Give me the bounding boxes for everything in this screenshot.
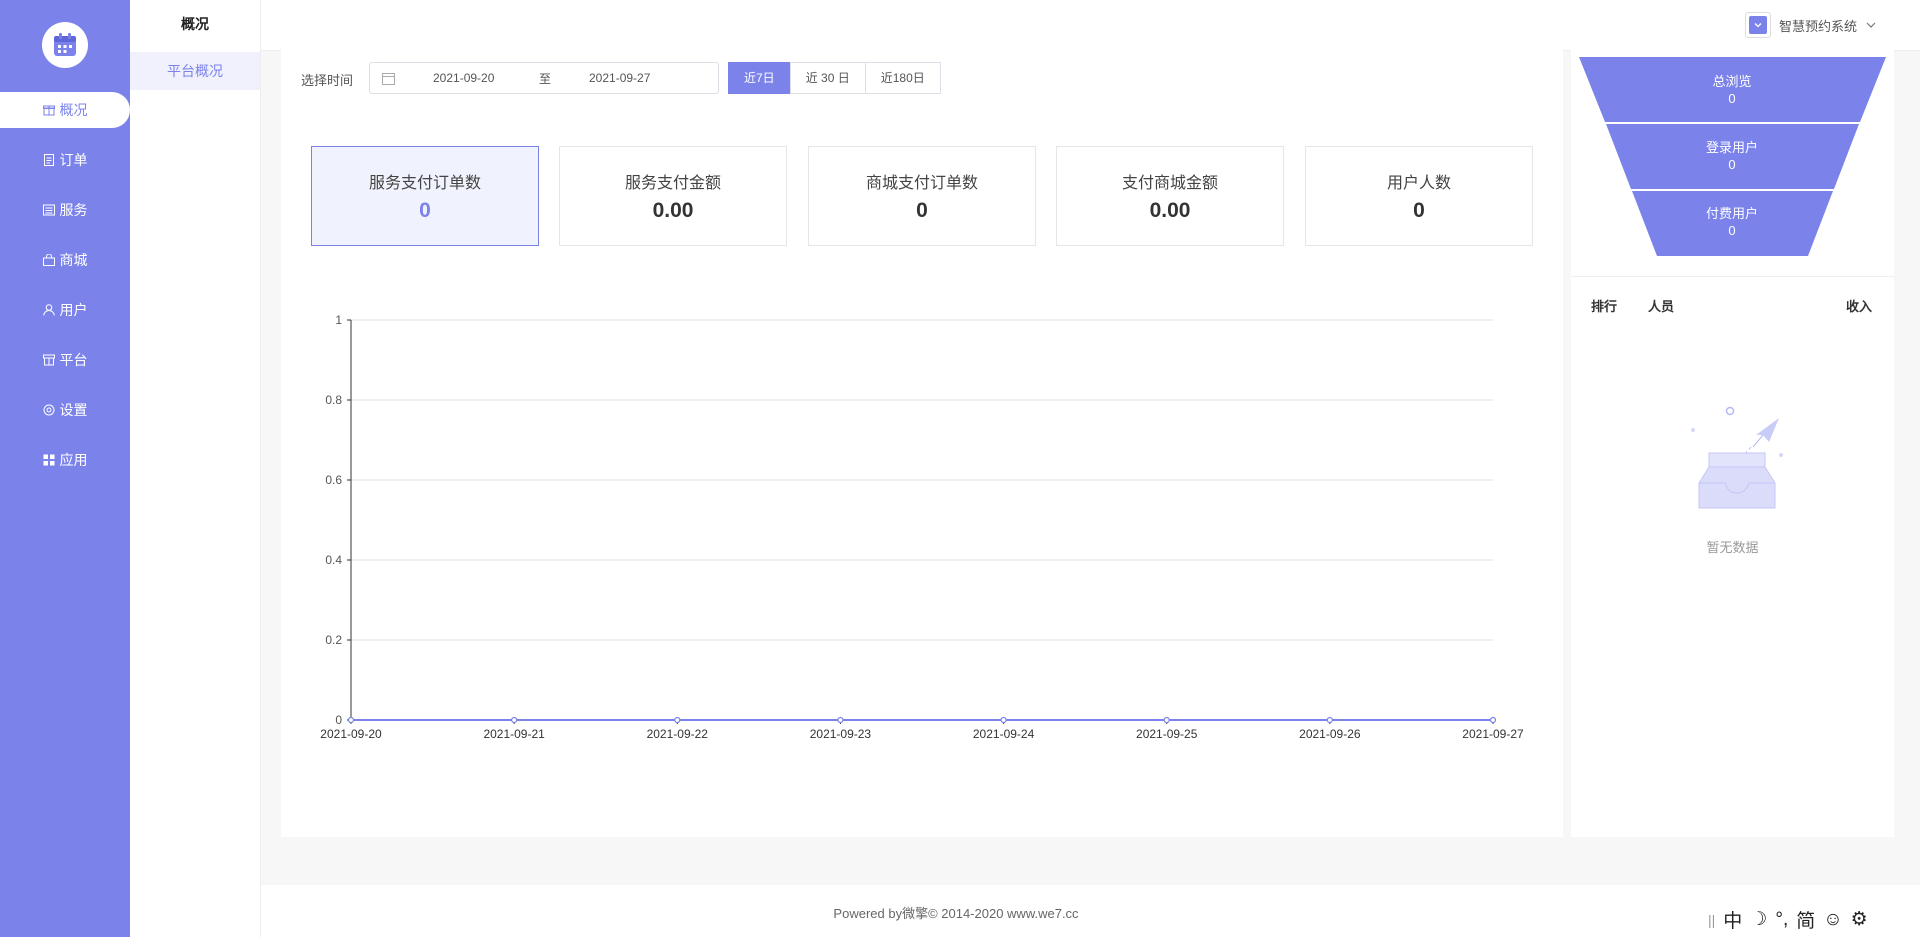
- x-tick-label: 2021-09-24: [973, 727, 1035, 741]
- gift-icon: [42, 105, 55, 116]
- x-tick-label: 2021-09-22: [647, 727, 709, 741]
- app-logo[interactable]: [42, 22, 88, 68]
- footer-text: Powered by微擎© 2014-2020 www.we7.cc: [833, 906, 1079, 921]
- data-point: [511, 716, 518, 724]
- user-icon: [42, 304, 55, 316]
- data-point: [1000, 716, 1007, 724]
- ime-moon-icon[interactable]: ☽: [1750, 908, 1767, 931]
- x-tick-label: 2021-09-26: [1299, 727, 1361, 741]
- empty-state-text: 暂无数据: [1706, 540, 1759, 555]
- top-bar: 智慧预约系统: [261, 0, 1920, 51]
- ime-handle[interactable]: ||: [1708, 912, 1715, 928]
- footer: Powered by微擎© 2014-2020 www.we7.cc: [261, 885, 1920, 937]
- system-logo: [1745, 12, 1771, 38]
- data-point: [837, 716, 844, 724]
- y-tick-label: 0.2: [325, 633, 342, 647]
- system-switcher[interactable]: 智慧预约系统: [1745, 12, 1877, 38]
- funnel-label-login: 登录用户 0: [1632, 139, 1832, 173]
- sidebar-item-services[interactable]: 服务: [0, 192, 130, 228]
- sidebar-item-orders[interactable]: 订单: [0, 142, 130, 178]
- y-tick-label: 0.6: [325, 473, 342, 487]
- x-tick-label: 2021-09-23: [810, 727, 872, 741]
- sidebar-item-label: 服务: [59, 202, 88, 218]
- y-tick-label: 1: [335, 313, 342, 327]
- data-point: [674, 716, 681, 724]
- data-point: [1489, 716, 1497, 724]
- sidebar-item-label: 设置: [59, 402, 88, 418]
- ime-emoji-icon[interactable]: ☺: [1823, 909, 1842, 931]
- divider: [1571, 276, 1894, 277]
- sidebar-item-mall[interactable]: 商城: [0, 242, 130, 278]
- data-point: [1326, 716, 1333, 724]
- sub-sidebar: 概况 平台概况: [130, 0, 261, 937]
- funnel-label: 登录用户: [1705, 140, 1758, 155]
- x-tick-label: 2021-09-21: [483, 727, 545, 741]
- empty-inbox-icon: [1691, 406, 1783, 509]
- right-panel: 总浏览 0 登录用户 0 付费用户 0 排行 人员 收入 暂无数据: [1571, 50, 1894, 837]
- ime-settings-icon[interactable]: ⚙: [1851, 908, 1868, 931]
- apps-icon: [43, 454, 54, 466]
- platform-icon: [42, 354, 55, 366]
- x-tick-label: 2021-09-25: [1136, 727, 1198, 741]
- calendar-icon: [54, 33, 76, 56]
- list-icon: [42, 204, 55, 216]
- funnel-label: 总浏览: [1712, 74, 1752, 89]
- bag-icon: [42, 254, 55, 266]
- rank-column-header: 排行: [1591, 299, 1618, 314]
- sidebar-item-label: 订单: [59, 152, 88, 168]
- sidebar-item-label: 概况: [59, 102, 88, 118]
- trend-line-chart: 0 0.2 0.4 0.6 0.8 1 2021-09-20 2021-09-21 2021-0…: [320, 313, 1524, 741]
- x-tick-label: 2021-09-20: [320, 727, 382, 741]
- data-point: [347, 716, 355, 724]
- y-tick-label: 0.8: [325, 393, 342, 407]
- ime-mode-chinese[interactable]: 中: [1723, 906, 1742, 933]
- person-column-header: 人员: [1648, 299, 1675, 314]
- system-name: 智慧预约系统: [1779, 18, 1858, 34]
- funnel-value: 0: [1728, 223, 1736, 238]
- gear-icon: [43, 404, 54, 416]
- funnel-label-views: 总浏览 0: [1632, 73, 1832, 107]
- document-icon: [43, 154, 54, 166]
- y-tick-label: 0.4: [325, 553, 342, 567]
- subnav-item-platform-overview[interactable]: 平台概况: [130, 52, 260, 90]
- y-tick-label: 0: [335, 713, 342, 727]
- sidebar-item-platform[interactable]: 平台: [0, 342, 130, 378]
- sidebar-item-label: 用户: [59, 302, 88, 318]
- sidebar-item-settings[interactable]: 设置: [0, 392, 130, 428]
- income-column-header: 收入: [1846, 299, 1873, 314]
- sidebar-item-label: 平台: [59, 352, 88, 368]
- sidebar-item-overview[interactable]: 概况: [0, 92, 130, 128]
- sidebar-item-users[interactable]: 用户: [0, 292, 130, 328]
- funnel-value: 0: [1728, 91, 1736, 106]
- sidebar-item-label: 商城: [59, 252, 88, 268]
- x-tick-label: 2021-09-27: [1462, 727, 1524, 741]
- sidebar-item-label: 应用: [59, 452, 88, 468]
- ime-toolbar: || 中 ☽ °, 简 ☺ ⚙: [1708, 906, 1868, 933]
- funnel-label: 付费用户: [1705, 206, 1758, 221]
- funnel-label-paid: 付费用户 0: [1632, 205, 1832, 239]
- main-sidebar: 概况 订单 服务 商城 用户 平台 设置 应用: [0, 0, 130, 937]
- ime-simplified[interactable]: 简: [1796, 906, 1815, 933]
- chevron-down-icon: [1754, 23, 1762, 28]
- subnav-title: 概况: [181, 16, 209, 32]
- chevron-down-icon: [1866, 22, 1876, 28]
- data-point: [1163, 716, 1170, 724]
- sidebar-item-apps[interactable]: 应用: [0, 442, 130, 478]
- ime-punctuation[interactable]: °,: [1775, 909, 1788, 931]
- funnel-value: 0: [1728, 157, 1736, 172]
- main-panel: 选择时间 2021-09-20 至 2021-09-27 近7日 近 30 日 …: [281, 50, 1563, 837]
